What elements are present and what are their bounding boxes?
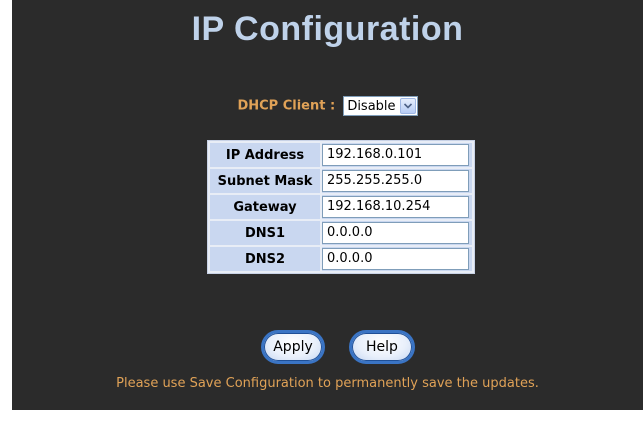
table-row: DNS1 0.0.0.0 bbox=[210, 221, 472, 245]
gateway-field[interactable]: 192.168.10.254 bbox=[322, 196, 469, 218]
apply-button[interactable]: Apply bbox=[261, 330, 325, 364]
dhcp-client-row: DHCP Client : Disable bbox=[12, 96, 643, 116]
table-row: IP Address 192.168.0.101 bbox=[210, 143, 472, 167]
ip-settings-table: IP Address 192.168.0.101 Subnet Mask 255… bbox=[207, 140, 475, 274]
table-row: DNS2 0.0.0.0 bbox=[210, 247, 472, 271]
config-panel: IP Configuration DHCP Client : Disable I… bbox=[12, 0, 643, 410]
chevron-down-icon[interactable] bbox=[399, 98, 416, 114]
table-row: Subnet Mask 255.255.255.0 bbox=[210, 169, 472, 193]
gateway-label: Gateway bbox=[210, 195, 320, 219]
dhcp-client-selected-value: Disable bbox=[347, 98, 396, 114]
dhcp-client-label: DHCP Client : bbox=[237, 98, 336, 114]
ip-address-field[interactable]: 192.168.0.101 bbox=[322, 144, 469, 166]
ip-address-label: IP Address bbox=[210, 143, 320, 167]
dns1-label: DNS1 bbox=[210, 221, 320, 245]
dns1-field[interactable]: 0.0.0.0 bbox=[322, 222, 469, 244]
dhcp-client-select[interactable]: Disable bbox=[343, 96, 418, 116]
table-row: Gateway 192.168.10.254 bbox=[210, 195, 472, 219]
save-reminder-note: Please use Save Configuration to permane… bbox=[116, 376, 539, 391]
page-title: IP Configuration bbox=[191, 10, 464, 48]
dns2-label: DNS2 bbox=[210, 247, 320, 271]
subnet-mask-field[interactable]: 255.255.255.0 bbox=[322, 170, 469, 192]
help-button[interactable]: Help bbox=[349, 330, 415, 364]
dns2-field[interactable]: 0.0.0.0 bbox=[322, 248, 469, 270]
subnet-mask-label: Subnet Mask bbox=[210, 169, 320, 193]
